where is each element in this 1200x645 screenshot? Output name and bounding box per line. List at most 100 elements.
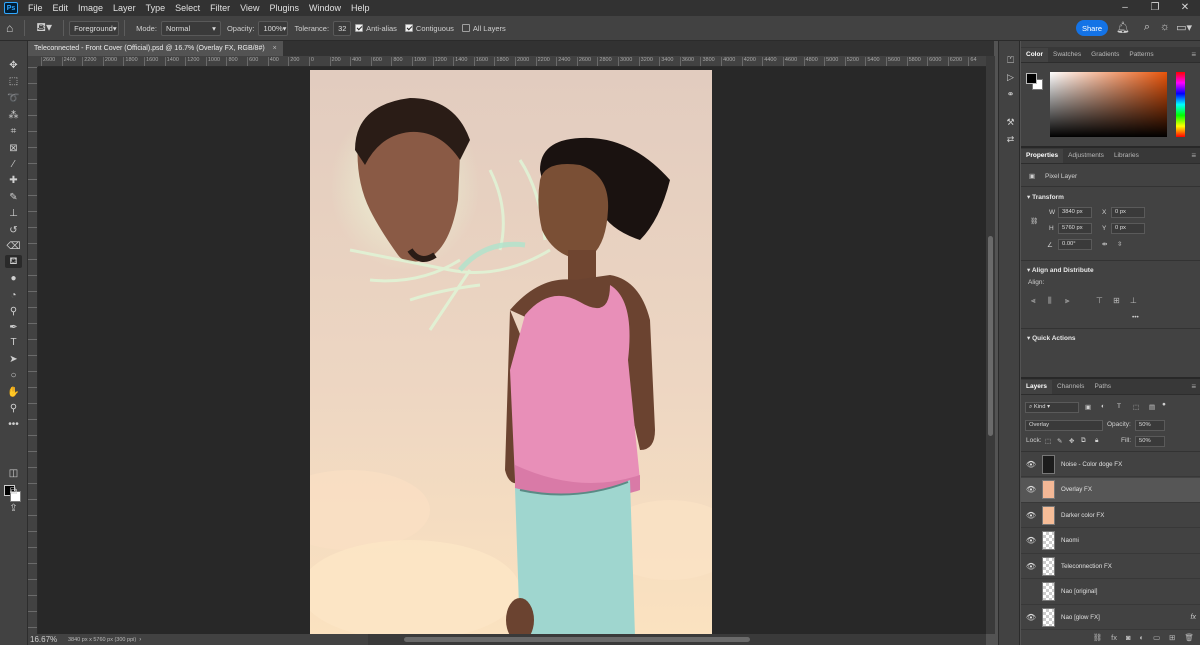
hand-tool-icon[interactable]: ✋ — [5, 386, 22, 399]
layer-name[interactable]: Darker color FX — [1061, 512, 1104, 519]
tab-properties[interactable]: Properties — [1021, 149, 1064, 163]
align-bottom-icon[interactable]: ⊥ — [1130, 296, 1137, 305]
all-layers-checkbox[interactable]: All Layers — [461, 24, 506, 33]
canvas-area[interactable] — [38, 67, 986, 634]
paint-bucket-preset-icon[interactable]: ⛾▾ — [30, 20, 58, 36]
share-tool-icon[interactable]: ⇪ — [5, 502, 22, 515]
move-tool-icon[interactable]: ✥ — [5, 59, 22, 72]
marquee-tool-icon[interactable]: ⬚ — [5, 75, 22, 88]
layer-effects-icon[interactable]: fx — [1191, 614, 1196, 621]
visibility-eye-icon[interactable]: 👁︎ — [1021, 587, 1041, 596]
adjust-icon[interactable]: ⇄ — [1004, 134, 1017, 146]
layer-row[interactable]: 👁︎ Noise - Color doge FX — [1021, 452, 1200, 477]
tolerance-field[interactable]: 32 — [333, 20, 352, 36]
layer-row[interactable]: 👁︎ Nao [original] — [1021, 580, 1200, 605]
menu-view[interactable]: View — [235, 3, 264, 13]
flip-vertical-icon[interactable]: ⇳ — [1117, 240, 1122, 248]
discover-lightbulb-icon[interactable]: ☼ — [1160, 21, 1170, 33]
angle-field[interactable]: 0.00° — [1058, 239, 1092, 250]
color-field[interactable] — [1050, 72, 1167, 137]
type-tool-icon[interactable]: T — [5, 336, 22, 349]
minimize-button[interactable]: – — [1110, 0, 1140, 16]
anti-alias-checkbox[interactable]: Anti-alias — [355, 24, 397, 33]
layer-row[interactable]: 👁︎ Teleconnection FX — [1021, 554, 1200, 579]
tools-presets-icon[interactable]: ⚒ — [1004, 117, 1017, 129]
play-actions-icon[interactable]: ▷ — [1004, 72, 1017, 84]
add-mask-icon[interactable]: ◙ — [1126, 633, 1131, 642]
menu-select[interactable]: Select — [170, 3, 205, 13]
spot-healing-tool-icon[interactable]: ✚ — [5, 174, 22, 187]
visibility-eye-icon[interactable]: 👁︎ — [1021, 562, 1041, 571]
tab-libraries[interactable]: Libraries — [1109, 149, 1144, 163]
menu-image[interactable]: Image — [73, 3, 108, 13]
tab-adjustments[interactable]: Adjustments — [1063, 149, 1109, 163]
layer-row[interactable]: 👁︎ Naomi — [1021, 529, 1200, 554]
brush-tool-icon[interactable]: ✎ — [5, 191, 22, 204]
zoom-tool-icon[interactable]: ⚲ — [5, 402, 22, 415]
new-layer-icon[interactable]: ⊞ — [1169, 633, 1175, 642]
align-left-icon[interactable]: ⫷ — [1031, 296, 1036, 306]
home-icon[interactable]: ⌂ — [0, 21, 19, 35]
panel-menu-icon[interactable]: ≡ — [1191, 151, 1196, 160]
share-button[interactable]: Share — [1076, 20, 1108, 36]
visibility-eye-icon[interactable]: 👁︎ — [1021, 613, 1041, 622]
visibility-eye-icon[interactable]: 👁︎ — [1021, 460, 1041, 469]
stamp-tool-icon[interactable]: ⊥ — [5, 207, 22, 220]
blur-tool-icon[interactable]: ● — [5, 272, 22, 285]
lasso-tool-icon[interactable]: ➰ — [5, 92, 22, 105]
opacity-field[interactable]: 100% ▾ — [258, 20, 289, 36]
menu-plugins[interactable]: Plugins — [264, 3, 304, 13]
more-options-icon[interactable]: ••• — [1132, 314, 1139, 321]
scrollbar-thumb[interactable] — [404, 637, 750, 642]
zoom-level[interactable]: 16.67% — [28, 635, 68, 644]
layer-name[interactable]: Nao [glow FX] — [1061, 614, 1100, 621]
align-top-icon[interactable]: ⊤ — [1096, 296, 1103, 305]
y-field[interactable]: 0 px — [1111, 223, 1145, 234]
dodge-tool-icon[interactable]: ◔ — [5, 289, 22, 302]
add-layer-style-icon[interactable]: fx — [1111, 633, 1117, 642]
layer-name[interactable]: Noise - Color doge FX — [1061, 461, 1122, 468]
align-middle-v-icon[interactable]: ⊞ — [1113, 296, 1120, 305]
restore-button[interactable]: ❐ — [1140, 0, 1170, 16]
align-section-header[interactable]: ▾ Align and Distribute — [1027, 266, 1094, 274]
visibility-eye-icon[interactable]: 👁︎ — [1021, 536, 1041, 545]
screen-mode-icon[interactable]: ⧉ — [5, 485, 22, 498]
align-right-icon[interactable]: ⫸ — [1065, 296, 1070, 306]
quick-actions-header[interactable]: ▾ Quick Actions — [1027, 334, 1076, 342]
close-button[interactable]: ✕ — [1170, 0, 1200, 16]
fill-source-select[interactable]: Foreground ▾ — [69, 20, 120, 36]
hue-slider[interactable] — [1176, 72, 1185, 137]
document-tab[interactable]: Teleconnected - Front Cover (Official).p… — [28, 41, 283, 56]
workspace-icon[interactable]: ▭▾ — [1176, 21, 1192, 34]
menu-layer[interactable]: Layer — [108, 3, 141, 13]
ellipse-tool-icon[interactable]: ○ — [5, 369, 22, 382]
magic-wand-tool-icon[interactable]: ⁂ — [5, 109, 22, 122]
menu-window[interactable]: Window — [304, 3, 346, 13]
eyedropper-tool-icon[interactable]: ⁄ — [5, 158, 22, 171]
layer-row[interactable]: 👁︎ Overlay FX — [1021, 477, 1200, 503]
layer-name[interactable]: Naomi — [1061, 537, 1079, 544]
history-icon[interactable]: ⏍ — [1004, 55, 1017, 67]
menu-edit[interactable]: Edit — [48, 3, 74, 13]
menu-help[interactable]: Help — [346, 3, 375, 13]
path-selection-tool-icon[interactable]: ➤ — [5, 353, 22, 366]
align-center-h-icon[interactable]: ⫼ — [1048, 296, 1052, 306]
height-field[interactable]: 5760 px — [1058, 223, 1092, 234]
quick-mask-icon[interactable]: ◫ — [5, 467, 22, 480]
layer-name[interactable]: Nao [original] — [1061, 588, 1097, 595]
close-icon[interactable]: × — [273, 45, 277, 52]
history-brush-tool-icon[interactable]: ↺ — [5, 224, 22, 237]
layer-row[interactable]: 👁︎ Nao [glow FX] fx — [1021, 605, 1200, 630]
frame-tool-icon[interactable]: ⊠ — [5, 142, 22, 155]
layer-name[interactable]: Overlay FX — [1061, 486, 1092, 493]
new-group-icon[interactable]: ▭ — [1153, 633, 1160, 642]
link-icon[interactable]: ⛓ — [1030, 217, 1038, 225]
more-tools-icon[interactable]: ••• — [5, 418, 22, 431]
layer-name[interactable]: Teleconnection FX — [1061, 563, 1112, 570]
layer-row[interactable]: 👁︎ Darker color FX — [1021, 503, 1200, 528]
menu-file[interactable]: File — [23, 3, 48, 13]
bell-icon[interactable]: 🔔︎ — [1116, 21, 1130, 34]
eraser-tool-icon[interactable]: ⌫ — [5, 240, 22, 253]
x-field[interactable]: 0 px — [1111, 207, 1145, 218]
chevron-right-icon[interactable]: › — [139, 637, 141, 643]
